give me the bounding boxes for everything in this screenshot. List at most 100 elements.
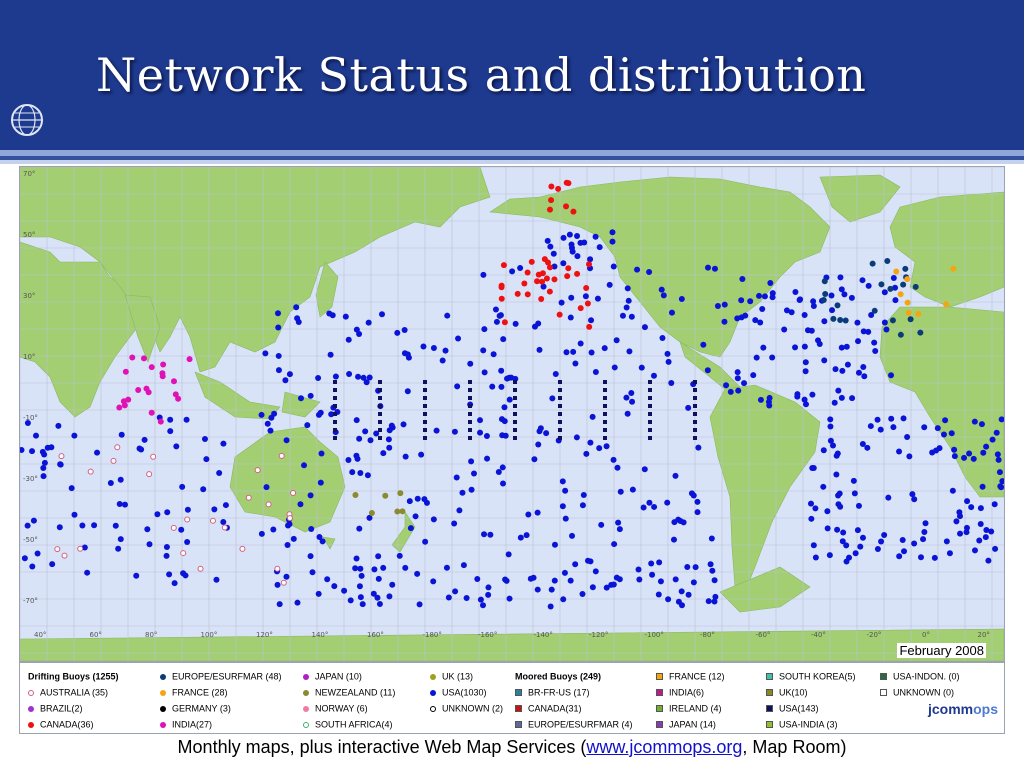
legend-symbol-icon xyxy=(766,689,773,697)
usa-drifting-buoy xyxy=(389,581,396,588)
australia-drifting-buoy xyxy=(290,490,297,497)
usa-drifting-buoy xyxy=(534,509,541,516)
usa-drifting-buoy xyxy=(610,456,617,463)
usa-drifting-buoy xyxy=(750,372,757,379)
usa-drifting-buoy xyxy=(201,435,208,442)
usa-drifting-buoy xyxy=(40,465,47,472)
usa-drifting-buoy xyxy=(304,422,311,429)
usa-drifting-buoy xyxy=(559,503,566,510)
usa-drifting-buoy xyxy=(970,455,977,462)
usa-drifting-buoy xyxy=(563,349,570,356)
moored-buoy xyxy=(468,396,472,400)
legend-symbol-icon xyxy=(656,673,663,681)
moored-buoy xyxy=(558,404,562,408)
usa-drifting-buoy xyxy=(551,541,558,548)
usa-drifting-buoy xyxy=(297,395,304,402)
usa-drifting-buoy xyxy=(664,499,671,506)
jcommops-link[interactable]: www.jcommops.org xyxy=(586,737,742,757)
usa-drifting-buoy xyxy=(481,326,488,333)
moored-buoy xyxy=(423,428,427,432)
usa-drifting-buoy xyxy=(468,458,475,465)
usa-drifting-buoy xyxy=(443,564,450,571)
usa-drifting-buoy xyxy=(136,445,143,452)
usa-drifting-buoy xyxy=(509,268,516,275)
usa-drifting-buoy xyxy=(971,547,978,554)
usa-drifting-buoy xyxy=(695,444,702,451)
legend-item: USA(1030) xyxy=(430,687,487,698)
usa-drifting-buoy xyxy=(843,343,850,350)
moored-buoy xyxy=(558,412,562,416)
usa-drifting-buoy xyxy=(678,295,685,302)
usa-drifting-buoy xyxy=(561,569,568,576)
usa-drifting-buoy xyxy=(454,383,461,390)
usa-drifting-buoy xyxy=(283,437,290,444)
usa-drifting-buoy xyxy=(741,380,748,387)
moored-buoy xyxy=(423,380,427,384)
usa-drifting-buoy xyxy=(353,326,360,333)
usa-drifting-buoy xyxy=(865,282,872,289)
australia-drifting-buoy xyxy=(286,515,293,522)
usa-drifting-buoy xyxy=(512,320,519,327)
usa-drifting-buoy xyxy=(352,565,359,572)
usa-drifting-buoy xyxy=(112,522,119,529)
legend-label: EUROPE/ESURFMAR (4) xyxy=(528,719,633,730)
usa-drifting-buoy xyxy=(422,538,429,545)
india-drifting-buoy xyxy=(145,389,152,396)
usa-drifting-buoy xyxy=(493,318,500,325)
usa-drifting-buoy xyxy=(180,570,187,577)
usa-drifting-buoy xyxy=(581,239,588,246)
legend-item: EUROPE/ESURFMAR (4) xyxy=(515,719,633,730)
usa-drifting-buoy xyxy=(704,264,711,271)
usa-drifting-buoy xyxy=(71,511,78,518)
usa-drifting-buoy xyxy=(896,448,903,455)
longitude-label: 60° xyxy=(90,631,102,639)
usa-drifting-buoy xyxy=(583,450,590,457)
usa-drifting-buoy xyxy=(332,373,339,380)
usa-drifting-buoy xyxy=(766,402,773,409)
usa-drifting-buoy xyxy=(331,583,338,590)
newzealand-drifting-buoy xyxy=(394,508,401,515)
moored-buoy xyxy=(423,420,427,424)
europe-drifting-buoy xyxy=(869,260,876,267)
usa-drifting-buoy xyxy=(345,456,352,463)
legend-label: UK (13) xyxy=(442,671,474,682)
canada-drifting-buoy xyxy=(546,206,553,213)
usa-drifting-buoy xyxy=(402,453,409,460)
moored-buoy xyxy=(513,420,517,424)
legend-symbol-icon xyxy=(430,705,436,712)
usa-drifting-buoy xyxy=(668,379,675,386)
moored-buoy xyxy=(693,404,697,408)
usa-drifting-buoy xyxy=(708,535,715,542)
legend-label: USA(1030) xyxy=(442,687,487,698)
usa-drifting-buoy xyxy=(658,286,665,293)
usa-drifting-buoy xyxy=(769,354,776,361)
legend-item: FRANCE (28) xyxy=(160,687,228,698)
usa-drifting-buoy xyxy=(544,237,551,244)
usa-drifting-buoy xyxy=(909,491,916,498)
usa-drifting-buoy xyxy=(329,312,336,319)
usa-drifting-buoy xyxy=(911,540,918,547)
usa-drifting-buoy xyxy=(588,317,595,324)
usa-drifting-buoy xyxy=(407,525,414,532)
usa-drifting-buoy xyxy=(531,456,538,463)
europe-drifting-buoy xyxy=(830,315,837,322)
usa-drifting-buoy xyxy=(738,297,745,304)
usa-drifting-buoy xyxy=(414,570,421,577)
usa-drifting-buoy xyxy=(570,348,577,355)
usa-drifting-buoy xyxy=(840,529,847,536)
usa-drifting-buoy xyxy=(589,584,596,591)
usa-drifting-buoy xyxy=(890,424,897,431)
usa-drifting-buoy xyxy=(481,531,488,538)
usa-drifting-buoy xyxy=(376,600,383,607)
legend-label: UNKNOWN (2) xyxy=(442,703,503,714)
latitude-label: 50° xyxy=(23,231,35,239)
usa-drifting-buoy xyxy=(610,263,617,270)
legend-item: CANADA(31) xyxy=(515,703,582,714)
usa-drifting-buoy xyxy=(684,564,691,571)
usa-drifting-buoy xyxy=(807,500,814,507)
moored-buoy xyxy=(558,436,562,440)
usa-drifting-buoy xyxy=(582,293,589,300)
legend-group-title: Moored Buoys (249) xyxy=(515,671,601,682)
usa-drifting-buoy xyxy=(297,501,304,508)
legend-label: CANADA(36) xyxy=(40,719,94,730)
